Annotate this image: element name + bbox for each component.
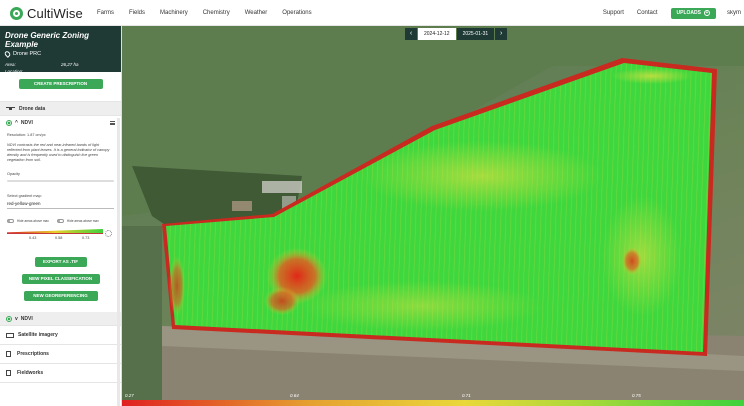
uploads-button[interactable]: UPLOADS +	[670, 7, 716, 19]
hide-min-label: Hide areas above max	[17, 219, 49, 223]
menu-icon[interactable]	[110, 121, 115, 125]
create-prescription-button[interactable]: CREATE PRESCRIPTION	[18, 79, 103, 89]
ndvi-label: NDVI	[20, 120, 33, 126]
legend-value-0: 0.27	[125, 393, 134, 398]
nav-operations[interactable]: Operations	[282, 10, 311, 16]
ndvi-legend-labels: 0.27 0.64 0.71 0.75	[122, 393, 744, 400]
ndvi-ramp[interactable]: 0.43 0.58 0.73	[7, 226, 114, 242]
ramp-max-value: 0.73	[82, 236, 90, 240]
date-prev-button[interactable]: ‹	[405, 28, 417, 40]
building-roof-2	[232, 201, 252, 211]
hide-min-toggle[interactable]	[7, 219, 14, 223]
nav-support[interactable]: Support	[603, 10, 624, 16]
user-name[interactable]: skym	[727, 10, 744, 16]
drone-data-label: Drone data	[19, 105, 46, 112]
create-area: CREATE PRESCRIPTION	[0, 79, 121, 102]
toggle-row: Hide areas above max Hide areas above ma…	[7, 219, 114, 223]
location-label: Location:	[5, 69, 24, 74]
ndvi-ramp-baseline	[7, 233, 103, 234]
date-next-button[interactable]: ›	[495, 28, 508, 40]
location-row: Location:	[5, 69, 116, 74]
ndvi-yellow-zone	[362, 141, 602, 211]
area-label: Area:	[5, 62, 16, 67]
gradient-value: red-yellow-green	[7, 201, 41, 206]
app-name: CultiWise	[27, 5, 83, 21]
legend-value-2: 0.71	[462, 393, 471, 398]
top-navigation: CultiWise Farms Fields Machinery Chemist…	[0, 0, 744, 26]
chevron-down-icon[interactable]: v	[15, 316, 18, 322]
date-right[interactable]: 2025-01-31	[456, 28, 495, 40]
ndvi-yellow-zone-2	[602, 196, 682, 316]
gear-icon[interactable]	[105, 230, 112, 237]
layer-2-radio[interactable]	[6, 315, 12, 322]
ndvi-description: NDVI contrasts the red and near-infrared…	[7, 143, 110, 162]
gradient-select[interactable]: red-yellow-green	[7, 201, 114, 209]
nav-weather[interactable]: Weather	[245, 10, 268, 16]
hide-max-toggle[interactable]	[56, 219, 64, 223]
cultiwise-logo-icon	[10, 6, 23, 20]
nav-chemistry[interactable]: Chemistry	[203, 10, 230, 16]
legend-value-3: 0.75	[632, 393, 641, 398]
hide-max-label: Hide areas above max	[66, 219, 99, 223]
fieldworks-icon	[6, 370, 11, 376]
area-value: 26,27 ha	[61, 62, 79, 67]
west-trees	[122, 226, 162, 406]
area-row: Area: 26,27 ha	[5, 62, 116, 67]
date-selector: ‹ 2024-12-12 2025-01-31 ›	[405, 28, 508, 40]
ndvi-legend-bar	[122, 400, 744, 406]
chevron-up-icon[interactable]: ^	[15, 120, 18, 126]
ndvi-label-2: NDVI	[20, 315, 33, 322]
fieldworks-label: Fieldworks	[17, 370, 44, 376]
ndvi-layer-2-row[interactable]: v NDVI	[0, 312, 121, 326]
nav-fields[interactable]: Fields	[129, 10, 145, 16]
main-nav: Farms Fields Machinery Chemistry Weather…	[97, 0, 327, 26]
ramp-min-value: 0.43	[29, 236, 37, 240]
ndvi-low-spot-3	[622, 247, 642, 275]
map-view[interactable]: ‹ 2024-12-12 2025-01-31 › 0.27 0.64 0.71…	[122, 26, 744, 406]
fieldworks-row[interactable]: Fieldworks	[0, 364, 121, 383]
satellite-icon	[6, 332, 14, 338]
left-panel: Drone Generic Zoning Example Drone PRC A…	[0, 26, 122, 406]
drone-icon	[6, 105, 15, 112]
prescription-doc-icon	[6, 351, 11, 357]
export-tif-button[interactable]: EXPORT AS .TIF	[34, 257, 87, 267]
project-subtitle-row: Drone PRC	[3, 50, 116, 58]
satellite-map	[122, 26, 744, 406]
opacity-label: Opacity	[7, 172, 20, 176]
satellite-label: Satellite imagery	[18, 332, 58, 338]
nav-machinery[interactable]: Machinery	[160, 10, 188, 16]
opacity-slider[interactable]	[7, 180, 114, 182]
prescriptions-row[interactable]: Prescriptions	[0, 345, 121, 364]
panel-scrollbar[interactable]	[117, 118, 120, 406]
nav-contact[interactable]: Contact	[637, 10, 658, 16]
ndvi-low-spot-2	[264, 287, 300, 315]
project-title: Drone Generic Zoning Example	[5, 31, 90, 49]
new-georeferencing-button[interactable]: NEW GEOREFERENCING	[23, 291, 98, 301]
new-pixel-classification-button[interactable]: NEW PIXEL CLASSIFICATION	[21, 274, 100, 284]
ramp-mid-value: 0.58	[55, 236, 63, 240]
gradient-label: Select gradient map:	[7, 194, 42, 198]
uploads-label: UPLOADS	[676, 10, 701, 16]
ndvi-edge-yellow	[612, 68, 692, 84]
drone-data-row[interactable]: Drone data	[0, 102, 121, 116]
nav-farms[interactable]: Farms	[97, 10, 114, 16]
ndvi-yellow-zone-3	[302, 281, 542, 331]
location-pin-icon	[3, 50, 12, 58]
legend-value-1: 0.64	[290, 393, 299, 398]
building-roof	[262, 181, 302, 193]
project-subtitle: Drone PRC	[13, 51, 42, 57]
resolution-text: Resolution: 1.87 cm/px	[7, 133, 46, 137]
layer-radio-selected[interactable]	[6, 120, 12, 126]
prescriptions-label: Prescriptions	[17, 351, 49, 357]
ndvi-edge-spot	[169, 256, 185, 316]
project-header: Drone Generic Zoning Example Drone PRC A…	[0, 26, 121, 74]
ndvi-details: Resolution: 1.87 cm/px NDVI contrasts th…	[0, 130, 121, 301]
app-logo[interactable]: CultiWise	[10, 5, 83, 21]
satellite-imagery-row[interactable]: Satellite imagery	[0, 326, 121, 345]
date-left[interactable]: 2024-12-12	[418, 28, 456, 40]
nav-right: Support Contact UPLOADS + skym	[603, 0, 744, 26]
plus-icon: +	[704, 10, 710, 16]
ndvi-layer-header[interactable]: ^ NDVI	[0, 116, 121, 130]
